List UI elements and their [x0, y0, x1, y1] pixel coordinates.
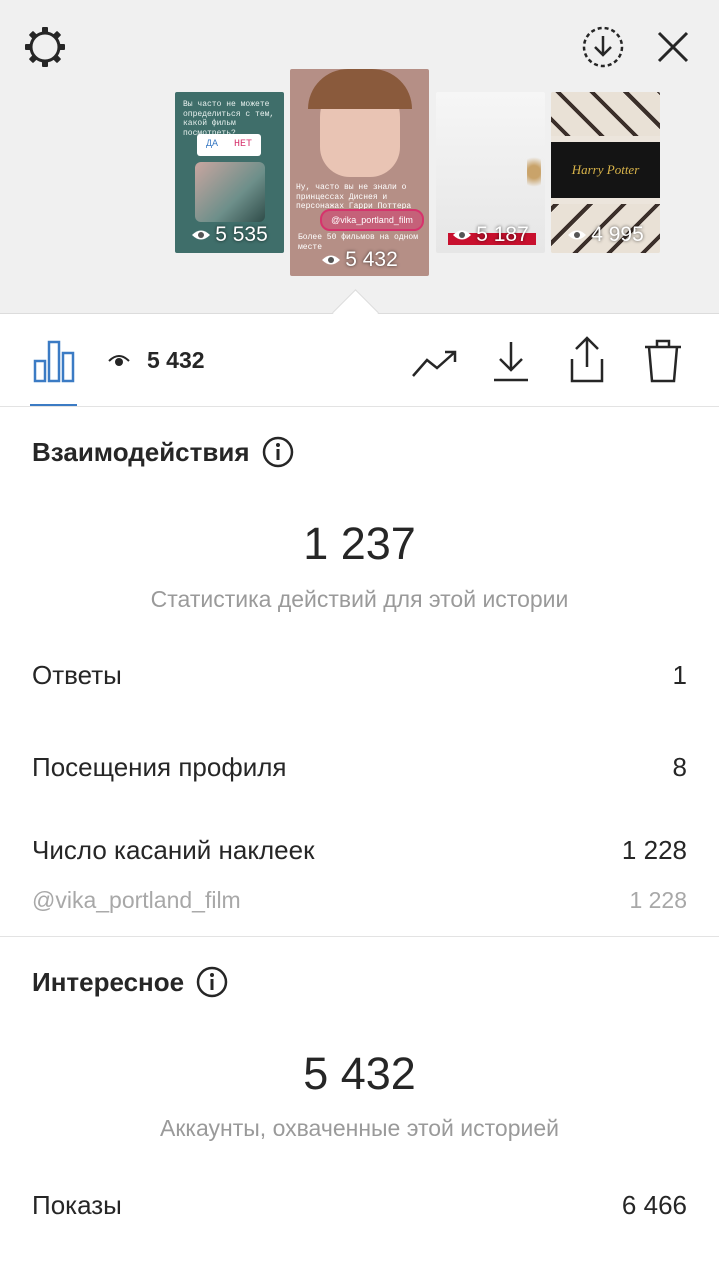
close-icon: [657, 31, 689, 63]
share-icon: [570, 336, 604, 383]
story-views: 5 187: [436, 223, 545, 247]
story-views: 5 535: [175, 223, 284, 247]
discovery-section-title: Интересное: [32, 966, 228, 998]
impressions-value: 6 466: [621, 1190, 687, 1220]
story-thumbnail[interactable]: Harry Potter 4 995: [551, 92, 660, 253]
interactions-total: 1 237: [303, 518, 416, 569]
story-poll-question: Вы часто не можете определиться с тем, к…: [183, 100, 275, 138]
profile-visits-value: 8: [672, 752, 687, 782]
interactions-subtitle: Статистика действий для этой истории: [150, 586, 569, 612]
trending-icon: [412, 350, 457, 377]
active-tab-indicator: [30, 404, 77, 406]
promote-button[interactable]: [410, 343, 460, 383]
share-button[interactable]: [564, 334, 610, 386]
insights-tab[interactable]: [30, 338, 78, 384]
section-divider: [0, 936, 719, 937]
story-caption: Ну, часто вы не знали о принцессах Дисне…: [296, 183, 412, 212]
views-count[interactable]: 5 432: [147, 347, 205, 374]
story-image: [195, 162, 265, 222]
discovery-info-button[interactable]: [196, 966, 228, 998]
story-decoration: [527, 152, 541, 192]
bar-chart-icon: [33, 340, 75, 383]
mention-sticker: @vika_portland_film: [320, 209, 424, 231]
reach-subtitle: Аккаунты, охваченные этой историей: [160, 1115, 559, 1141]
story-views: 5 432: [290, 248, 429, 272]
info-icon: [262, 436, 293, 468]
poll-sticker: ДА НЕТ: [197, 134, 261, 156]
replies-label: Ответы: [32, 660, 122, 690]
download-icon: [494, 342, 528, 382]
story-thumbnail-selected[interactable]: Ну, часто вы не знали о принцессах Дисне…: [290, 69, 429, 276]
gear-icon: [25, 27, 65, 67]
interactions-section-title: Взаимодействия: [32, 436, 294, 468]
sticker-taps-value: 1 228: [621, 835, 687, 865]
eye-icon: [322, 255, 341, 265]
viewers-tab[interactable]: [106, 350, 132, 372]
interactions-info-button[interactable]: [262, 436, 294, 468]
eye-icon: [453, 230, 472, 240]
profile-visits-label: Посещения профиля: [32, 752, 287, 782]
story-thumbnail[interactable]: Вы часто не можете определиться с тем, к…: [175, 92, 284, 253]
story-views: 4 995: [551, 223, 660, 247]
impressions-label: Показы: [32, 1190, 122, 1220]
eye-icon: [192, 230, 211, 240]
circle-download-icon: [582, 26, 624, 68]
replies-value: 1: [672, 660, 687, 690]
eye-icon: [568, 230, 587, 240]
download-button[interactable]: [488, 336, 534, 386]
delete-button[interactable]: [640, 336, 686, 386]
story-pattern: [551, 92, 660, 136]
poll-yes: ДА: [206, 139, 219, 150]
story-hair: [308, 69, 412, 109]
close-button[interactable]: [648, 22, 698, 72]
settings-button[interactable]: [20, 22, 70, 72]
sticker-taps-label: Число касаний наклеек: [32, 835, 315, 865]
sticker-mention-label[interactable]: @vika_portland_film: [32, 887, 241, 914]
trash-icon: [645, 339, 681, 383]
story-thumbnail[interactable]: 5 187: [436, 92, 545, 253]
info-icon: [196, 966, 228, 998]
story-title: Harry Potter: [551, 142, 660, 198]
download-all-button[interactable]: [578, 22, 628, 72]
poll-no: НЕТ: [234, 139, 253, 150]
sticker-mention-value: 1 228: [629, 887, 687, 913]
reach-total: 5 432: [303, 1048, 416, 1099]
eye-icon: [108, 355, 130, 366]
